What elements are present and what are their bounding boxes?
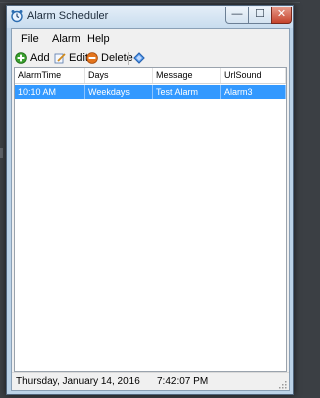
add-icon	[15, 52, 27, 64]
resize-grip-icon[interactable]	[278, 380, 287, 389]
menu-help[interactable]: Help	[87, 33, 110, 45]
app-window: Alarm Scheduler — ☐ ✕ File Alarm Help Ad…	[6, 5, 294, 395]
cell-message: Test Alarm	[153, 85, 221, 99]
column-header-alarmtime[interactable]: AlarmTime	[15, 68, 85, 83]
status-date: Thursday, January 14, 2016	[16, 376, 140, 387]
table-row[interactable]: 10:10 AM Weekdays Test Alarm Alarm3	[15, 85, 286, 99]
maximize-icon: ☐	[255, 8, 265, 20]
delete-icon	[86, 52, 98, 64]
background-line	[0, 2, 300, 3]
options-button[interactable]	[133, 50, 145, 66]
maximize-button[interactable]: ☐	[248, 7, 272, 24]
delete-button[interactable]: Delete	[86, 50, 133, 66]
window-title: Alarm Scheduler	[27, 10, 109, 22]
menu-file[interactable]: File	[21, 33, 39, 45]
list-header: AlarmTime Days Message UrlSound	[15, 68, 286, 84]
toolbar: Add Edit Delete	[12, 49, 289, 67]
cell-alarmtime: 10:10 AM	[15, 85, 85, 99]
edit-icon	[54, 53, 66, 64]
background-fragment	[0, 148, 3, 158]
status-bar: Thursday, January 14, 2016 7:42:07 PM	[12, 372, 289, 391]
menu-bar: File Alarm Help	[12, 29, 289, 49]
menu-alarm[interactable]: Alarm	[52, 33, 81, 45]
cell-urlsound: Alarm3	[221, 85, 286, 99]
column-header-message[interactable]: Message	[153, 68, 221, 83]
minimize-icon: —	[231, 8, 243, 20]
column-header-days[interactable]: Days	[85, 68, 153, 83]
close-icon: ✕	[276, 8, 287, 20]
alarm-list[interactable]: AlarmTime Days Message UrlSound 10:10 AM…	[14, 67, 287, 372]
title-bar[interactable]: Alarm Scheduler — ☐ ✕	[7, 6, 293, 28]
edit-button[interactable]: Edit	[54, 50, 88, 66]
alarm-clock-icon	[11, 10, 23, 23]
cell-days: Weekdays	[85, 85, 153, 99]
minimize-button[interactable]: —	[225, 7, 249, 24]
add-button[interactable]: Add	[15, 50, 50, 66]
status-time: 7:42:07 PM	[157, 376, 209, 387]
diamond-icon	[133, 52, 145, 64]
window-client-area: File Alarm Help Add Edit Delete AlarmTim…	[11, 28, 290, 391]
toolbar-separator	[128, 52, 129, 65]
column-header-urlsound[interactable]: UrlSound	[221, 68, 286, 83]
close-button[interactable]: ✕	[271, 7, 292, 24]
add-label: Add	[30, 52, 50, 64]
